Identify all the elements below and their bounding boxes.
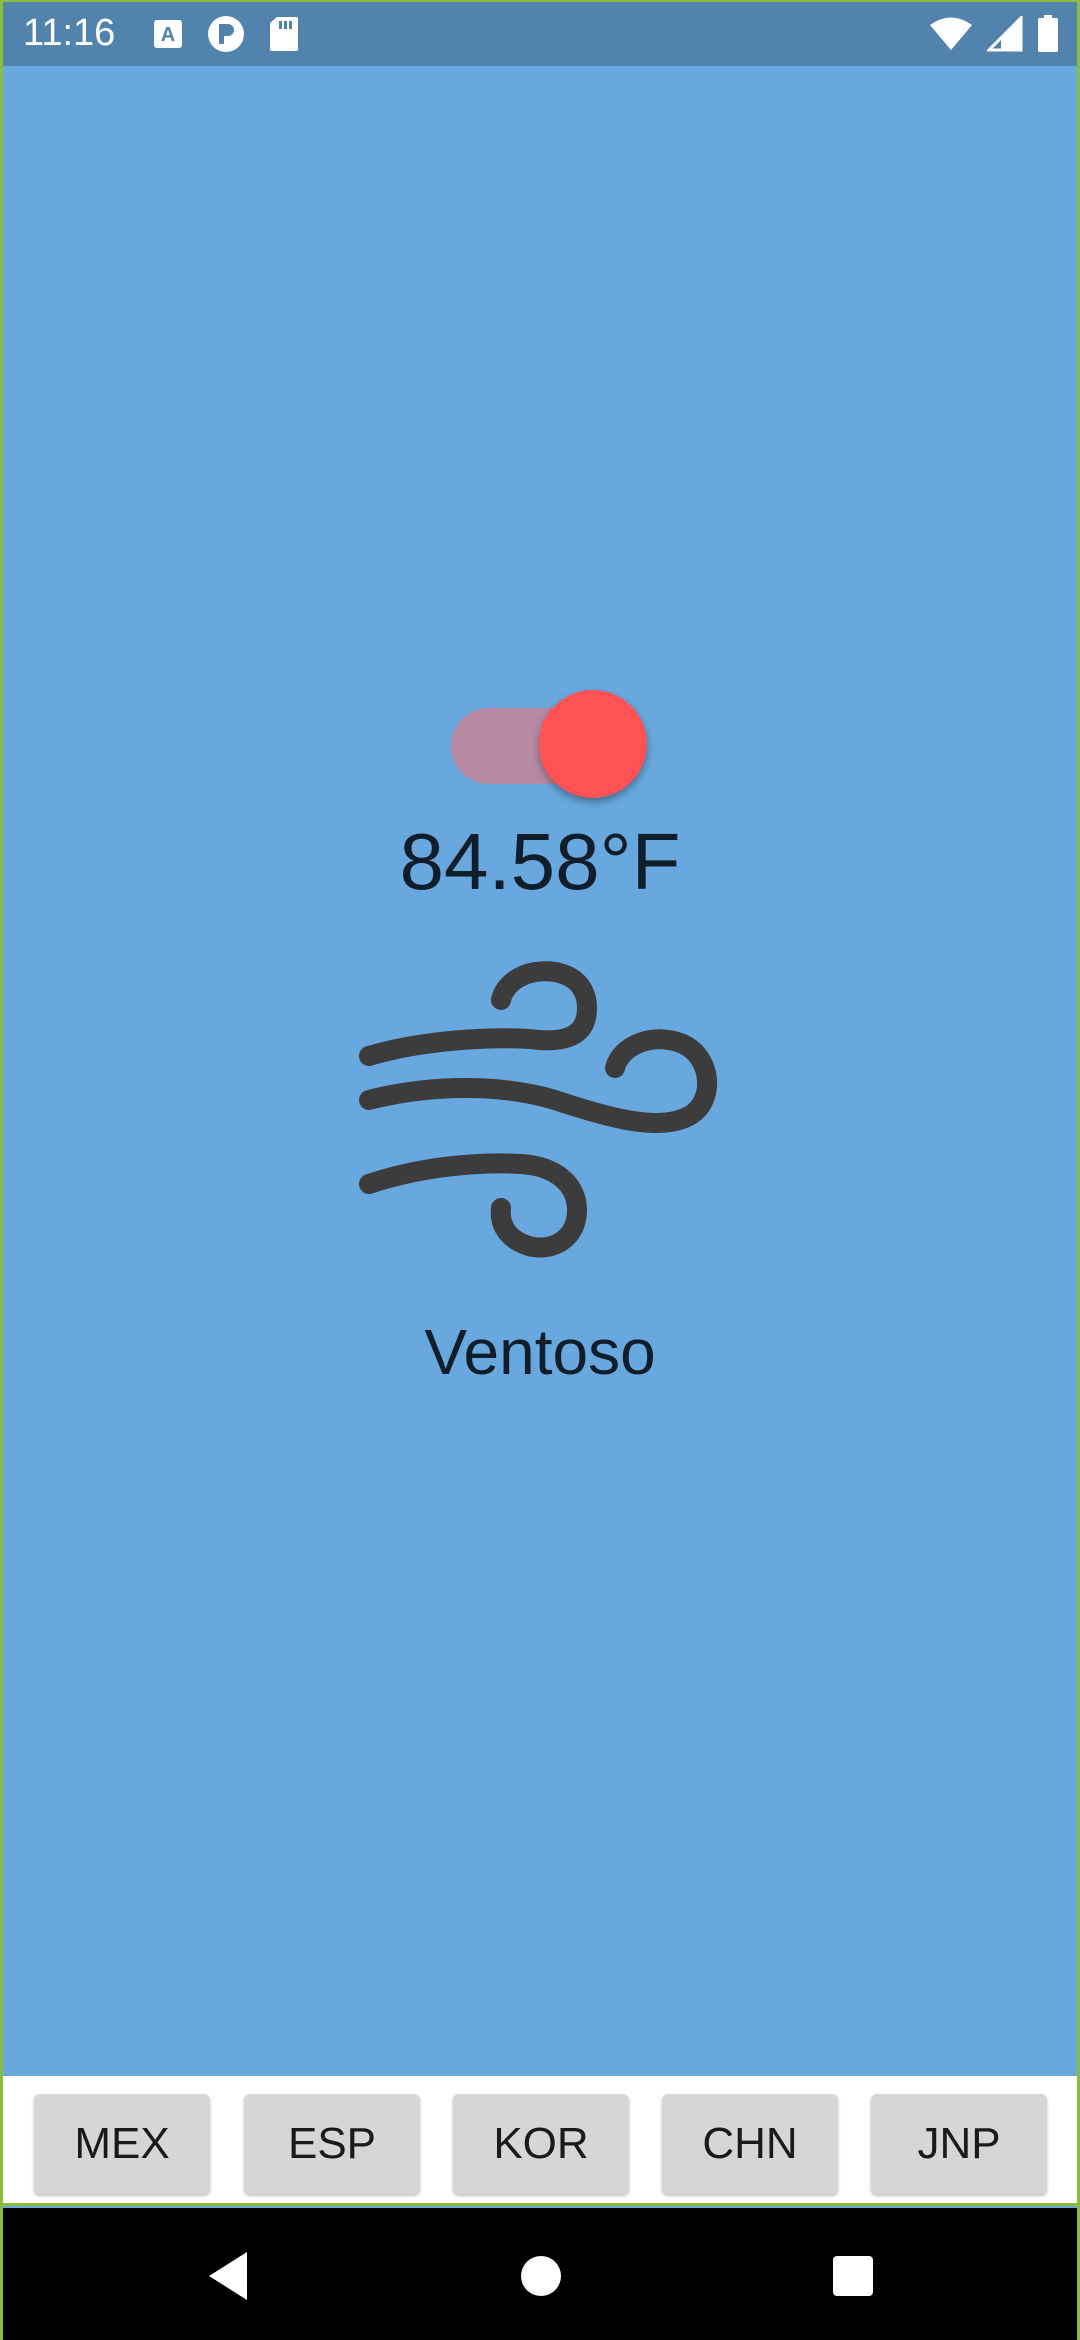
battery-icon (1037, 15, 1059, 53)
status-left-icons: A (153, 14, 299, 54)
units-toggle[interactable] (451, 690, 647, 798)
font-a-icon: A (153, 19, 183, 49)
sd-card-icon (269, 16, 299, 52)
back-icon[interactable] (199, 2244, 263, 2308)
status-time: 11:16 (23, 12, 116, 54)
svg-text:A: A (161, 24, 175, 46)
temperature-value: 84.58°F (399, 817, 681, 906)
app-screen: 11:16 A 84.58°F Ventoso MEX ESP KOR CHN … (0, 0, 1080, 2340)
wifi-icon (929, 16, 973, 52)
country-button-kor[interactable]: KOR (453, 2094, 629, 2194)
country-button-jnp[interactable]: JNP (871, 2094, 1047, 2194)
toggle-thumb[interactable] (539, 690, 647, 798)
country-button-chn[interactable]: CHN (662, 2094, 838, 2194)
cellular-signal-icon (987, 16, 1023, 52)
country-button-esp[interactable]: ESP (244, 2094, 420, 2194)
circle-p-icon (207, 15, 245, 53)
home-icon[interactable] (509, 2244, 573, 2308)
navigation-bar (3, 2208, 1077, 2340)
condition-label: Ventoso (424, 1316, 656, 1388)
status-bar: 11:16 A (3, 2, 1077, 66)
wind-icon (359, 960, 725, 1276)
status-right-icons (929, 14, 1059, 54)
recents-icon[interactable] (821, 2244, 885, 2308)
country-bar: MEX ESP KOR CHN JNP (3, 2076, 1077, 2206)
country-button-mex[interactable]: MEX (34, 2094, 210, 2194)
